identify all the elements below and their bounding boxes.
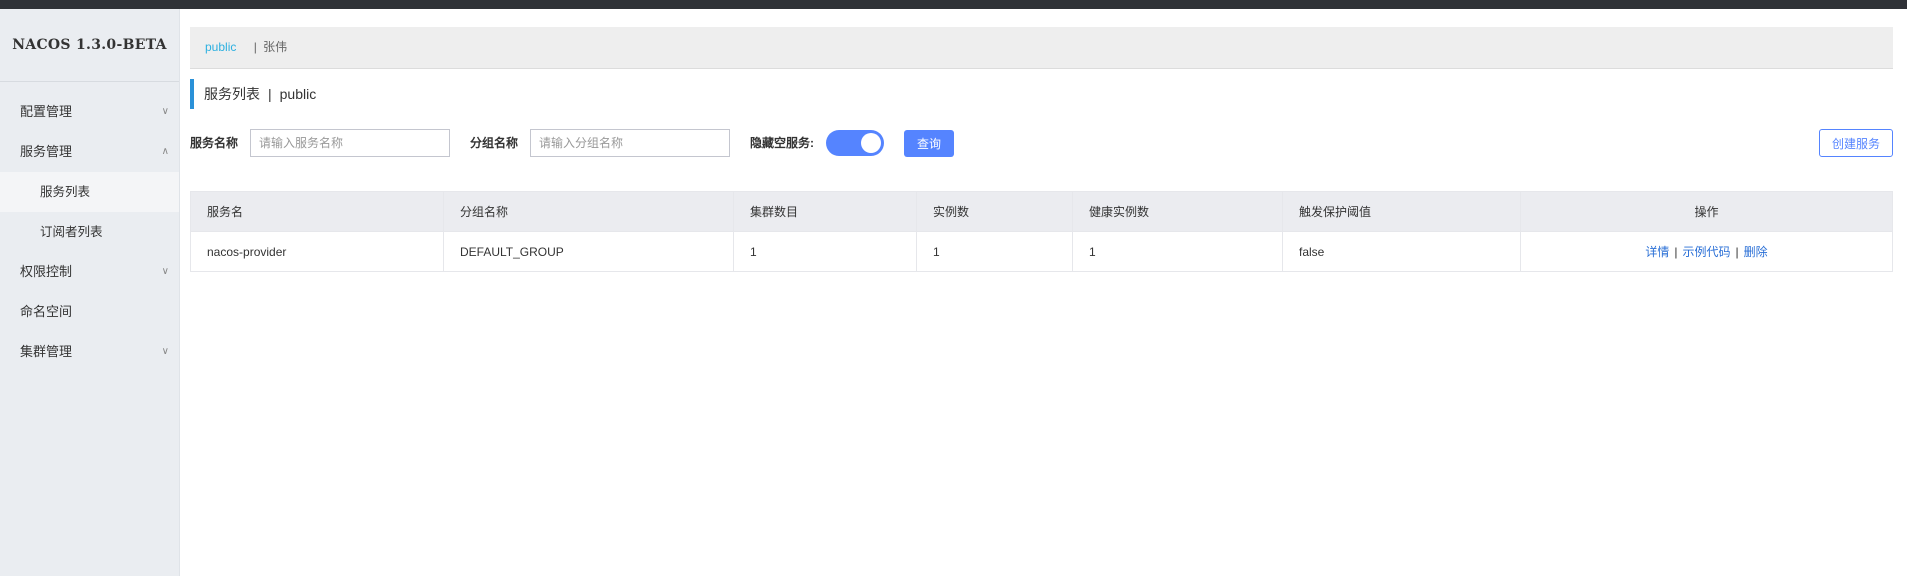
sidebar-item-label: 命名空间 [20, 304, 73, 319]
sidebar-item-label: 集群管理 [20, 344, 73, 359]
cell-protect-threshold: false [1282, 231, 1521, 272]
service-name-input[interactable] [250, 129, 450, 157]
page-title-namespace: public [279, 86, 317, 102]
sidebar-item-authority-control[interactable]: 权限控制 ∨ [0, 252, 179, 292]
column-header-actions: 操作 [1520, 191, 1893, 232]
column-header-cluster-count: 集群数目 [733, 191, 917, 232]
cell-service-name: nacos-provider [190, 231, 444, 272]
group-name-input[interactable] [530, 129, 730, 157]
app-title: NACOS 1.3.0-BETA [0, 9, 179, 82]
sidebar-item-namespace[interactable]: 命名空间 [0, 292, 179, 332]
column-header-group-name: 分组名称 [443, 191, 734, 232]
cell-healthy-count: 1 [1072, 231, 1283, 272]
hide-empty-label: 隐藏空服务: [750, 136, 814, 150]
breadcrumb-user: 张伟 [263, 40, 288, 54]
column-header-service-name: 服务名 [190, 191, 444, 232]
sidebar-item-service-list[interactable]: 服务列表 [0, 172, 179, 212]
service-table: 服务名 分组名称 集群数目 实例数 健康实例数 触发保护阈值 操作 nacos-… [190, 191, 1893, 272]
chevron-up-icon: ∧ [161, 146, 169, 157]
action-separator: | [1735, 245, 1739, 259]
breadcrumb-namespace-link[interactable]: public [205, 40, 236, 54]
sidebar-item-config-management[interactable]: 配置管理 ∨ [0, 92, 179, 132]
page-title-text: 服务列表 [204, 86, 260, 102]
table-row: nacos-provider DEFAULT_GROUP 1 1 1 false… [190, 231, 1893, 272]
sidebar-item-subscriber-list[interactable]: 订阅者列表 [0, 212, 179, 252]
hide-empty-toggle[interactable] [826, 130, 884, 156]
filter-bar: 服务名称 分组名称 隐藏空服务: 查询 创建服务 [190, 129, 1893, 157]
breadcrumb-separator: | [253, 40, 257, 54]
page-title: 服务列表 | public [190, 79, 1893, 109]
column-header-healthy-count: 健康实例数 [1072, 191, 1283, 232]
page-title-divider: | [268, 86, 272, 102]
breadcrumb: public | 张伟 [190, 27, 1893, 69]
sidebar-item-label: 订阅者列表 [40, 225, 103, 239]
group-name-label: 分组名称 [470, 136, 519, 150]
delete-link[interactable]: 删除 [1744, 245, 1768, 259]
sidebar: NACOS 1.3.0-BETA 配置管理 ∨ 服务管理 ∧ 服务列表 订阅者列… [0, 9, 180, 576]
toggle-knob [861, 133, 881, 153]
table-header-row: 服务名 分组名称 集群数目 实例数 健康实例数 触发保护阈值 操作 [190, 191, 1893, 232]
sidebar-item-label: 服务列表 [40, 185, 91, 199]
cell-group-name: DEFAULT_GROUP [443, 231, 734, 272]
cell-actions: 详情 | 示例代码 | 删除 [1520, 231, 1893, 272]
create-service-button[interactable]: 创建服务 [1819, 129, 1893, 157]
cell-cluster-count: 1 [733, 231, 917, 272]
chevron-down-icon: ∨ [161, 346, 169, 357]
sidebar-item-service-management[interactable]: 服务管理 ∧ [0, 132, 179, 172]
sidebar-item-label: 服务管理 [20, 144, 73, 159]
column-header-instance-count: 实例数 [916, 191, 1073, 232]
chevron-down-icon: ∨ [161, 266, 169, 277]
window-top-bar [0, 0, 1907, 9]
cell-instance-count: 1 [916, 231, 1073, 272]
column-header-protect-threshold: 触发保护阈值 [1282, 191, 1521, 232]
action-separator: | [1674, 245, 1678, 259]
sidebar-item-label: 权限控制 [20, 264, 73, 279]
service-name-label: 服务名称 [190, 136, 239, 150]
chevron-down-icon: ∨ [161, 106, 169, 117]
main-content: public | 张伟 服务列表 | public 服务名称 分组名称 隐藏空服务:… [190, 27, 1893, 576]
sidebar-item-label: 配置管理 [20, 104, 73, 119]
details-link[interactable]: 详情 [1645, 245, 1669, 259]
sidebar-item-cluster-management[interactable]: 集群管理 ∨ [0, 332, 179, 372]
query-button[interactable]: 查询 [904, 130, 954, 157]
sample-code-link[interactable]: 示例代码 [1682, 245, 1730, 259]
